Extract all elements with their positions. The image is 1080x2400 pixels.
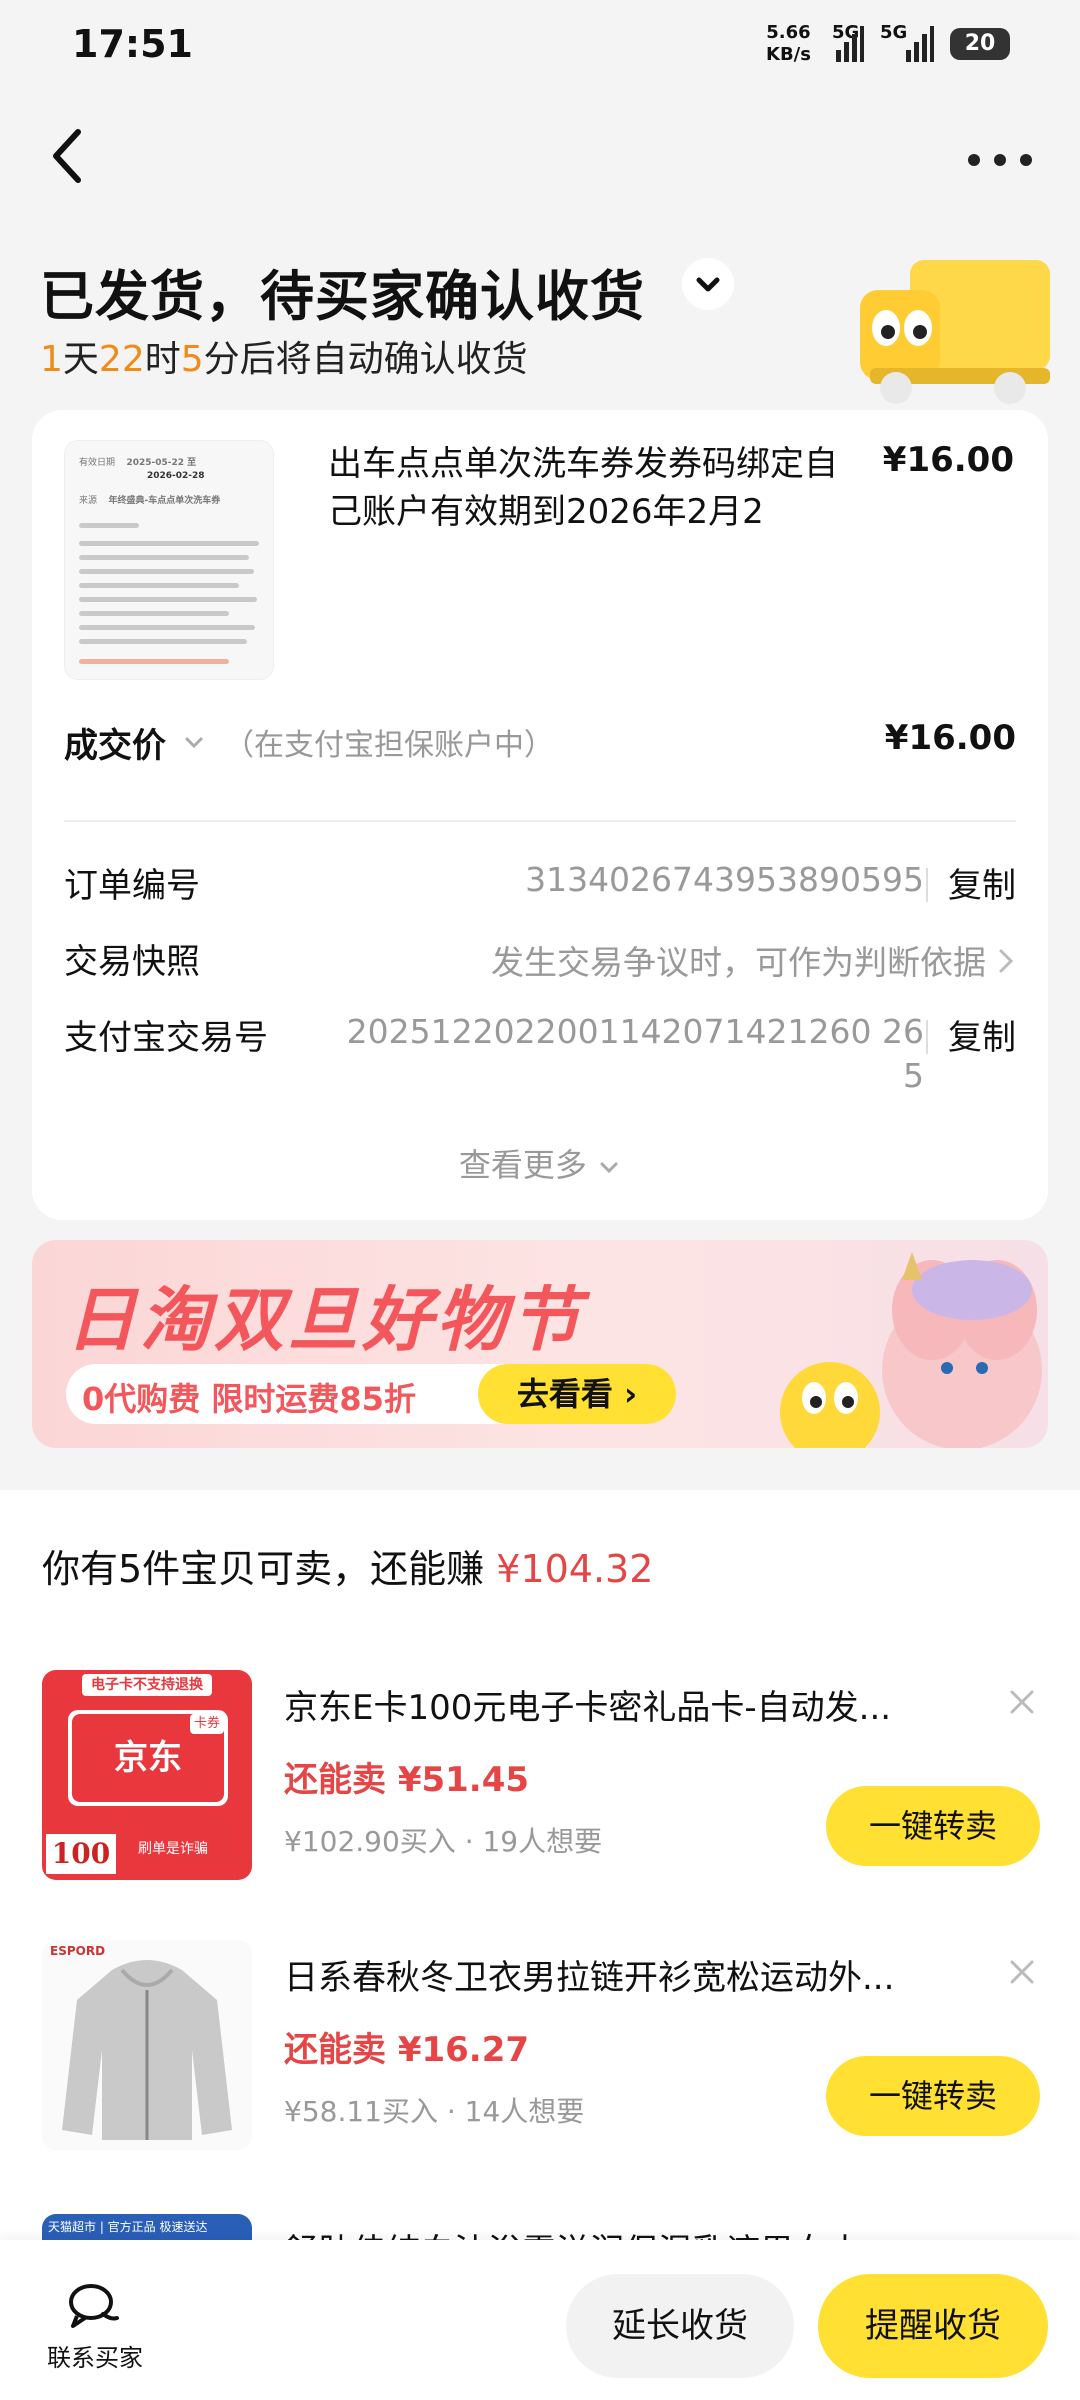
chevron-down-icon: [600, 1162, 618, 1174]
alipay-trade-value-cont: 5: [903, 1056, 924, 1095]
see-more-button[interactable]: 查看更多: [32, 1140, 1048, 1186]
mascot-plush-icon: [780, 1252, 1042, 1448]
chat-bubble-icon: [69, 2284, 119, 2328]
resell-price: 还能卖 ¥51.45: [284, 1760, 530, 1800]
expand-status-button[interactable]: [682, 258, 734, 310]
delivery-truck-icon: [860, 260, 1050, 404]
remind-receipt-button[interactable]: 提醒收货: [818, 2274, 1048, 2378]
deal-label: 成交价: [64, 726, 166, 766]
alipay-trade-value: 2025122022001142071421260 26: [346, 1012, 924, 1051]
deal-price: ¥16.00: [884, 718, 1016, 758]
snapshot-hint: 发生交易争议时，可作为判断依据: [491, 943, 986, 982]
snapshot-row[interactable]: 交易快照 发生交易争议时，可作为判断依据: [64, 926, 1016, 986]
order-card: 有效日期 2025-05-22 至 2026-02-28 来源 年终盛典-车点点…: [32, 410, 1048, 1220]
hoodie-icon: [62, 1960, 232, 2140]
bottom-action-bar: 联系买家 延长收货 提醒收货: [0, 2240, 1080, 2400]
banner-go-button[interactable]: 去看看 ›: [478, 1364, 676, 1424]
resell-meta: ¥102.90买入 · 19人想要: [284, 1825, 603, 1858]
battery-icon: 20: [950, 28, 1010, 60]
hoodie-image: ESPORD: [42, 1940, 252, 2150]
copy-order-number-button[interactable]: 复制: [948, 858, 1016, 907]
signal-bars-icon: [906, 26, 934, 62]
copy-alipay-trade-button[interactable]: 复制: [948, 1010, 1016, 1059]
jd-card-image: 电子卡不支持退换 京东 卡券 100 刷单是诈骗: [42, 1670, 252, 1880]
resell-item-title: 京东E卡100元电子卡密礼品卡-自动发...: [284, 1688, 892, 1728]
close-icon[interactable]: [1004, 1684, 1040, 1720]
snapshot-label: 交易快照: [64, 942, 200, 982]
item-title[interactable]: 出车点点单次洗车券发券码绑定自己账户有效期到2026年2月2: [328, 440, 868, 536]
order-number-label: 订单编号: [64, 866, 200, 906]
deal-note: （在支付宝担保账户中）: [224, 728, 554, 763]
item-price: ¥16.00: [882, 440, 1014, 480]
separator: [926, 1020, 928, 1054]
promo-banner[interactable]: 日淘双旦好物节 0代购费 限时运费85折 去看看 ›: [32, 1240, 1048, 1448]
order-number-row: 订单编号 3134026743953890595 复制: [64, 850, 1016, 910]
divider: [64, 820, 1016, 822]
more-icon[interactable]: [960, 140, 1040, 180]
separator: [926, 868, 928, 902]
signal-bars-icon: [836, 26, 864, 62]
resell-meta: ¥58.11买入 · 14人想要: [284, 2095, 585, 2128]
contact-buyer-button[interactable]: 联系买家: [40, 2280, 150, 2380]
resell-item[interactable]: 电子卡不支持退换 京东 卡券 100 刷单是诈骗 京东E卡100元电子卡密礼品卡…: [0, 1670, 1080, 1900]
resell-price: 还能卖 ¥16.27: [284, 2030, 530, 2070]
banner-title: 日淘双旦好物节: [66, 1279, 584, 1361]
page-title: 已发货，待买家确认收货: [40, 265, 645, 328]
resell-item-title: 日系春秋冬卫衣男拉链开衫宽松运动外...: [284, 1958, 895, 1998]
back-icon[interactable]: [40, 120, 100, 192]
item-thumbnail[interactable]: 有效日期 2025-05-22 至 2026-02-28 来源 年终盛典-车点点…: [64, 440, 274, 680]
deal-price-row[interactable]: 成交价 （在支付宝担保账户中） ¥16.00: [64, 710, 1016, 770]
extend-receipt-button[interactable]: 延长收货: [566, 2274, 794, 2378]
close-icon[interactable]: [1004, 1954, 1040, 1990]
status-time: 17:51: [72, 22, 193, 66]
chevron-down-icon: [696, 277, 720, 292]
one-click-resell-button[interactable]: 一键转卖: [826, 2056, 1040, 2136]
auto-confirm-countdown: 1天22时5分后将自动确认收货: [40, 339, 528, 380]
contact-buyer-label: 联系买家: [47, 2344, 143, 2372]
chevron-right-icon: [999, 949, 1014, 973]
alipay-trade-row: 支付宝交易号 2025122022001142071421260 26 5 复制: [64, 1002, 1016, 1102]
network-speed: 5.66 KB/s: [766, 22, 811, 65]
status-bar: 17:51 5.66 KB/s 5G 5G 20: [0, 0, 1080, 100]
resell-item[interactable]: ESPORD 日系春秋冬卫衣男拉链开衫宽松运动外... 还能卖 ¥16.27 ¥…: [0, 1940, 1080, 2170]
chevron-down-icon: [185, 737, 203, 749]
one-click-resell-button[interactable]: 一键转卖: [826, 1786, 1040, 1866]
resell-heading: 你有5件宝贝可卖，还能赚 ¥104.32: [42, 1547, 654, 1591]
alipay-trade-label: 支付宝交易号: [64, 1018, 268, 1058]
banner-promo-text: 0代购费 限时运费85折: [82, 1380, 416, 1418]
order-number-value: 3134026743953890595: [525, 860, 924, 899]
